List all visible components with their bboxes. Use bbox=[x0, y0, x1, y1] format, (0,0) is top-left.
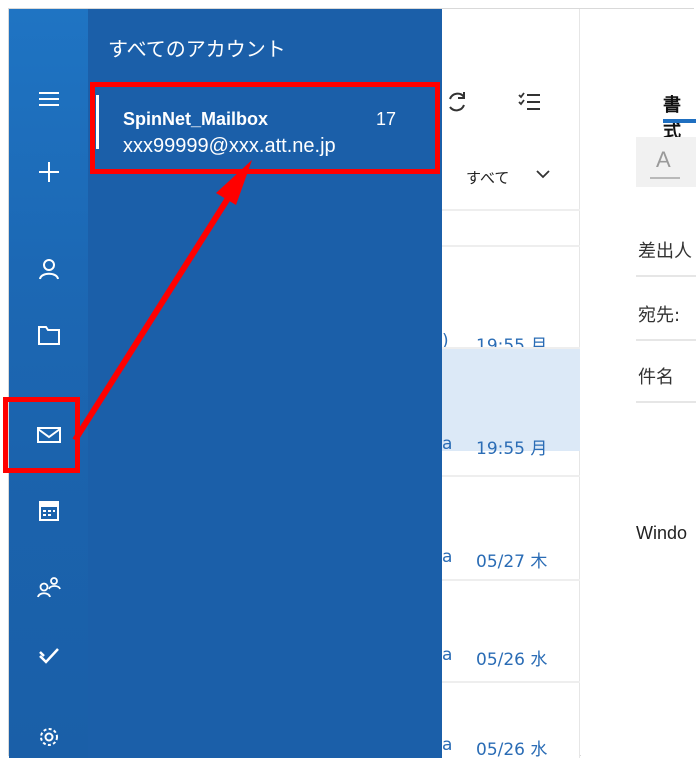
folder-icon bbox=[37, 326, 60, 345]
todo-icon bbox=[38, 648, 59, 664]
unread-count: 17 bbox=[376, 109, 397, 129]
accounts-flyout: すべてのアカウント SpinNet_Mailbox 17 xxx99999@xx… bbox=[88, 9, 442, 758]
message-row[interactable]: a 05/26 水 bbox=[442, 683, 580, 760]
subject-label[interactable]: 件名 bbox=[638, 363, 674, 389]
message-body-fragment[interactable]: Windo bbox=[636, 523, 687, 544]
mail-button[interactable] bbox=[9, 407, 88, 463]
message-sender-fragment: a bbox=[442, 645, 453, 665]
mail-icon bbox=[36, 427, 61, 443]
new-mail-button[interactable] bbox=[9, 144, 88, 200]
message-row[interactable]: a 05/27 木 bbox=[442, 477, 580, 579]
todo-button[interactable] bbox=[9, 627, 88, 683]
message-row-selected[interactable]: a 19:55 月 bbox=[442, 349, 580, 459]
tab-underline bbox=[663, 119, 696, 123]
selected-indicator bbox=[96, 95, 99, 149]
message-row[interactable]: a 05/26 水 bbox=[442, 581, 580, 683]
calendar-button[interactable] bbox=[9, 483, 88, 539]
calendar-icon bbox=[38, 501, 59, 521]
message-time: 19:55 月 bbox=[476, 439, 548, 459]
accounts-button[interactable] bbox=[9, 241, 88, 297]
compose-pane: 書式 A 差出人 宛先: 件名 Windo bbox=[581, 9, 696, 758]
account-item-spinnet[interactable]: SpinNet_Mailbox 17 xxx99999@xxx.att.ne.j… bbox=[96, 91, 434, 157]
hamburger-icon bbox=[38, 92, 59, 106]
person-icon bbox=[38, 259, 59, 280]
flyout-title: すべてのアカウント bbox=[108, 37, 286, 61]
filter-label: すべて bbox=[466, 169, 510, 187]
people-icon bbox=[36, 577, 61, 598]
account-name: SpinNet_Mailbox bbox=[123, 109, 269, 129]
message-list: すべて ) 19:55 月 a 19:55 月 a 05/27 木 a 05/2… bbox=[442, 9, 580, 760]
select-mode-icon[interactable] bbox=[518, 91, 542, 113]
sync-icon[interactable] bbox=[444, 89, 470, 115]
from-label: 差出人 bbox=[638, 241, 692, 262]
divider bbox=[636, 339, 696, 341]
font-underline-swatch bbox=[650, 177, 680, 179]
settings-button[interactable] bbox=[9, 709, 88, 765]
to-label[interactable]: 宛先: bbox=[638, 301, 680, 327]
account-email: xxx99999@xxx.att.ne.jp bbox=[123, 135, 336, 157]
divider bbox=[442, 209, 580, 211]
divider bbox=[636, 401, 696, 403]
font-color-button[interactable]: A bbox=[636, 137, 696, 187]
tab-format-label: 書式 bbox=[663, 95, 681, 142]
font-letter-icon: A bbox=[656, 147, 671, 172]
chevron-down-icon bbox=[536, 170, 550, 179]
hamburger-menu-button[interactable] bbox=[9, 71, 88, 127]
divider bbox=[636, 275, 696, 277]
message-sender-fragment: a bbox=[442, 547, 453, 567]
message-time: 05/26 水 bbox=[476, 740, 548, 760]
message-sender-fragment: a bbox=[442, 434, 453, 454]
navigation-rail bbox=[9, 9, 88, 758]
message-sender-fragment: a bbox=[442, 735, 453, 755]
folders-button[interactable] bbox=[9, 307, 88, 363]
message-row[interactable]: ) 19:55 月 bbox=[442, 247, 580, 356]
plus-icon bbox=[38, 162, 59, 182]
message-time: 05/27 木 bbox=[476, 552, 548, 572]
gear-icon bbox=[39, 728, 58, 746]
message-time: 05/26 水 bbox=[476, 650, 548, 670]
people-button[interactable] bbox=[9, 559, 88, 615]
